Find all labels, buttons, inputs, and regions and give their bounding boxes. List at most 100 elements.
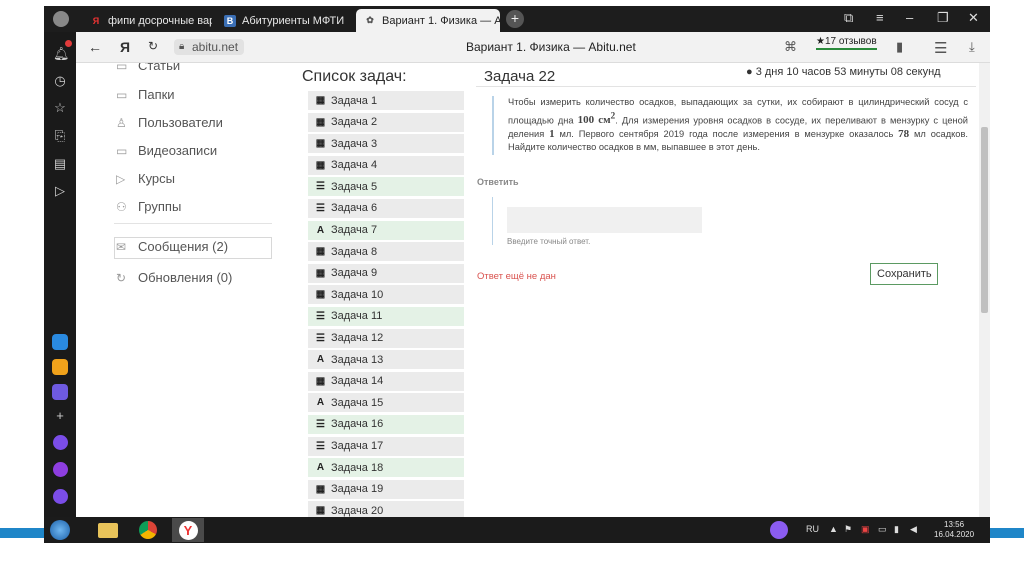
flag-icon[interactable]: ⚑ bbox=[844, 524, 852, 535]
url-domain[interactable]: 🔒︎ abitu.net bbox=[174, 39, 245, 55]
reload-icon[interactable]: ↻ bbox=[148, 39, 158, 53]
task-label: Задача 13 bbox=[331, 353, 384, 366]
menu-folders[interactable]: ▭ Папки bbox=[116, 87, 175, 102]
list-icon: ☰ bbox=[316, 440, 325, 452]
task-item[interactable]: ▦ Задача 9 bbox=[308, 263, 464, 283]
play-icon[interactable]: ▷ bbox=[53, 184, 67, 198]
network-icon[interactable]: ▮ bbox=[894, 524, 899, 535]
menu-label: Группы bbox=[138, 199, 182, 214]
lock-icon: 🔒︎ bbox=[179, 41, 185, 52]
problem-title: Задача 22 bbox=[484, 68, 556, 85]
task-item[interactable]: ▦ Задача 14 bbox=[308, 371, 464, 391]
menu-courses[interactable]: ▷ Курсы bbox=[116, 171, 175, 186]
download-icon[interactable]: ⤓ bbox=[969, 39, 975, 55]
title-divider bbox=[476, 86, 976, 87]
menu-messages[interactable]: ✉ Сообщения (2) bbox=[116, 239, 228, 254]
tab-mipt[interactable]: B Абитуриенты МФТИ bbox=[216, 9, 352, 32]
browser-window: Я фипи досрочные вариант B Абитуриенты М… bbox=[44, 6, 990, 543]
downloads-icon[interactable]: ⎘ bbox=[53, 129, 67, 143]
timer-text: 3 дня 10 часов 53 минуты 08 секунд bbox=[755, 66, 941, 78]
task-item[interactable]: A Задача 15 bbox=[308, 393, 464, 413]
menu-updates[interactable]: ↻ Обновления (0) bbox=[116, 270, 232, 285]
close-window-icon[interactable]: ✕ bbox=[968, 10, 979, 26]
tab-fipi[interactable]: Я фипи досрочные вариант bbox=[82, 9, 212, 32]
task-item[interactable]: ▦ Задача 3 bbox=[308, 134, 464, 154]
task-item[interactable]: ▦ Задача 20 bbox=[308, 501, 464, 517]
task-item[interactable]: ▦ Задача 1 bbox=[308, 91, 464, 110]
yandex-home-icon[interactable]: Я bbox=[120, 39, 130, 55]
answer-hint: Введите точный ответ. bbox=[507, 237, 591, 246]
new-tab-button[interactable]: + bbox=[506, 10, 524, 28]
area-number: 100 см bbox=[577, 114, 611, 127]
menu-label: Статьи bbox=[138, 63, 181, 73]
translate-icon[interactable]: ⌘ bbox=[784, 39, 797, 55]
menu-articles[interactable]: ▭ Статьи bbox=[116, 63, 180, 73]
reviews-badge[interactable]: ★17 отзывов bbox=[816, 36, 877, 50]
language-indicator[interactable]: RU bbox=[806, 524, 819, 534]
display-icon[interactable]: ▭ bbox=[878, 524, 887, 535]
task-item[interactable]: A Задача 13 bbox=[308, 350, 464, 370]
calculator-icon: ▦ bbox=[315, 267, 326, 279]
profile-avatar[interactable] bbox=[53, 11, 69, 27]
reader-icon[interactable]: ☰ bbox=[934, 39, 947, 57]
alice-tray-icon[interactable] bbox=[770, 521, 788, 539]
file-explorer-icon[interactable] bbox=[92, 518, 124, 542]
app-icon-blue[interactable] bbox=[52, 334, 68, 350]
chrome-icon[interactable] bbox=[132, 518, 164, 542]
task-item[interactable]: ▦ Задача 10 bbox=[308, 285, 464, 305]
tray-arrow-icon[interactable]: ▲ bbox=[829, 524, 838, 534]
minimize-icon[interactable]: – bbox=[906, 10, 913, 25]
volume-icon[interactable]: ◀ bbox=[910, 524, 917, 535]
bookmark-icon[interactable]: ▮ bbox=[896, 39, 903, 55]
restore-icon[interactable]: ❐ bbox=[937, 10, 949, 26]
add-app-icon[interactable]: + bbox=[53, 409, 67, 423]
calculator-icon: ▦ bbox=[315, 116, 326, 128]
system-clock[interactable]: 13:56 16.04.2020 bbox=[934, 520, 974, 540]
mail-icon[interactable] bbox=[52, 359, 68, 375]
menu-users[interactable]: ♙ Пользователи bbox=[116, 115, 223, 130]
task-item[interactable]: ▦ Задача 2 bbox=[308, 112, 464, 132]
task-item[interactable]: ☰ Задача 5 bbox=[308, 177, 464, 197]
task-label: Задача 14 bbox=[331, 375, 384, 388]
scroll-thumb[interactable] bbox=[981, 127, 988, 313]
clock-date: 16.04.2020 bbox=[934, 530, 975, 539]
tab-label: фипи досрочные вариант bbox=[108, 14, 212, 27]
task-item[interactable]: A Задача 7 bbox=[308, 220, 464, 240]
save-button[interactable]: Сохранить bbox=[870, 263, 938, 285]
menu-groups[interactable]: ⚇ Группы bbox=[116, 199, 181, 214]
yandex-browser-icon[interactable]: Y bbox=[172, 518, 204, 542]
list-icon: ☰ bbox=[316, 418, 325, 430]
security-icon[interactable]: ▣ bbox=[861, 524, 870, 535]
messenger-icon[interactable] bbox=[52, 384, 68, 400]
history-icon[interactable]: ◷ bbox=[53, 74, 67, 88]
collections-icon[interactable]: ▤ bbox=[53, 157, 67, 171]
task-item[interactable]: ☰ Задача 6 bbox=[308, 198, 464, 218]
task-item[interactable]: ☰ Задача 12 bbox=[308, 328, 464, 348]
back-icon[interactable]: ← bbox=[88, 39, 102, 55]
assistant-icon[interactable] bbox=[53, 462, 68, 477]
task-item[interactable]: ▦ Задача 8 bbox=[308, 242, 464, 262]
alice-icon[interactable] bbox=[53, 435, 68, 450]
bookmark-manager-icon[interactable]: ⧉ bbox=[844, 10, 853, 26]
voice-assistant-icon[interactable] bbox=[53, 489, 68, 504]
problem-text: Чтобы измерить количество осадков, выпад… bbox=[492, 96, 968, 155]
task-item[interactable]: ☰ Задача 11 bbox=[308, 306, 464, 326]
menu-icon[interactable]: ≡ bbox=[876, 10, 884, 25]
answer-input[interactable] bbox=[507, 207, 702, 233]
task-item[interactable]: ▦ Задача 19 bbox=[308, 479, 464, 499]
bell-icon[interactable]: 🔔︎ bbox=[53, 47, 70, 61]
task-item[interactable]: ▦ Задача 4 bbox=[308, 155, 464, 175]
tab-variant-physics[interactable]: ✿ Вариант 1. Физика — А ✕ bbox=[356, 9, 500, 32]
articles-icon: ▭ bbox=[116, 63, 128, 73]
tab-label: Вариант 1. Физика — А bbox=[382, 14, 500, 27]
star-icon[interactable]: ☆ bbox=[53, 101, 67, 115]
menu-videos[interactable]: ▭ Видеозаписи bbox=[116, 143, 217, 158]
task-item[interactable]: ☰ Задача 16 bbox=[308, 414, 464, 434]
start-button[interactable] bbox=[50, 520, 70, 540]
task-label: Задача 2 bbox=[331, 116, 378, 129]
page-content: ▭ Статьи ▭ Папки ♙ Пользователи ▭ Видеозапис… bbox=[76, 63, 979, 517]
page-scrollbar[interactable] bbox=[979, 63, 990, 517]
task-item[interactable]: ☰ Задача 17 bbox=[308, 436, 464, 456]
task-item[interactable]: A Задача 18 bbox=[308, 458, 464, 478]
text-icon: A bbox=[316, 224, 325, 236]
